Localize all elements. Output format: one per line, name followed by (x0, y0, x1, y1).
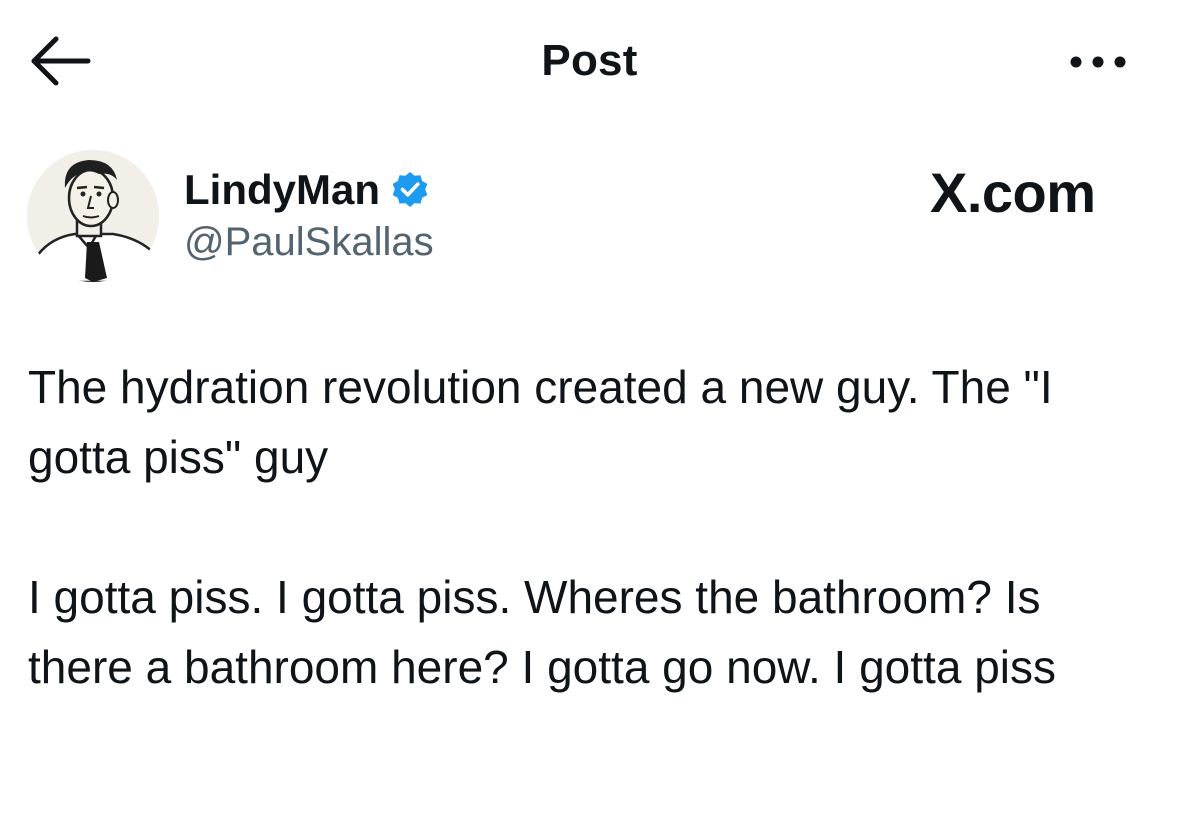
user-handle[interactable]: @PaulSkallas (184, 220, 434, 265)
post-author: LindyMan @PaulSkallas X.com (0, 140, 1179, 300)
page-title: Post (541, 36, 638, 85)
more-horizontal-icon (1058, 40, 1138, 84)
display-name-line: LindyMan (184, 164, 430, 216)
post-paragraph: The hydration revolution created a new g… (28, 361, 1066, 483)
more-options-button[interactable] (1058, 40, 1138, 84)
post-text: The hydration revolution created a new g… (28, 352, 1158, 702)
avatar[interactable] (27, 150, 159, 282)
top-bar: Post (0, 0, 1179, 125)
post-paragraph: I gotta piss. I gotta piss. Wheres the b… (28, 571, 1056, 693)
display-name[interactable]: LindyMan (184, 166, 380, 214)
verified-badge-icon[interactable] (390, 170, 430, 210)
x-com-watermark: X.com (930, 161, 1096, 224)
